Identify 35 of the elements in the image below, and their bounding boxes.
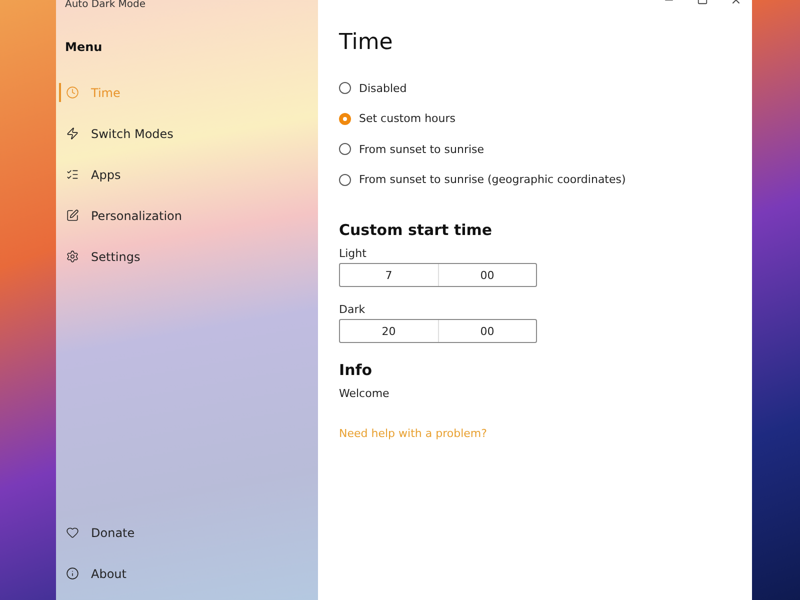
radio-button[interactable] xyxy=(339,143,351,156)
field-label: Dark xyxy=(339,303,366,316)
pen-icon xyxy=(66,209,79,222)
hour-value[interactable]: 20 xyxy=(340,320,438,342)
nav-item[interactable]: About xyxy=(56,553,318,594)
nav-item[interactable]: Switch Modes xyxy=(56,113,318,154)
info-text: Welcome xyxy=(339,387,390,400)
list-icon xyxy=(66,168,79,181)
heart-icon xyxy=(66,526,79,539)
radio-label[interactable]: From sunset to sunrise (geographic coordinates) xyxy=(359,173,626,186)
radio-button[interactable] xyxy=(339,174,351,186)
minute-value[interactable]: 00 xyxy=(438,264,536,286)
info-icon xyxy=(66,567,79,580)
nav-item[interactable]: Donate xyxy=(56,512,318,553)
nav-item[interactable]: Settings xyxy=(56,236,318,277)
nav-item[interactable]: Apps xyxy=(56,154,318,195)
time-picker[interactable]: 7 00 xyxy=(339,263,537,287)
radio-label[interactable]: Disabled xyxy=(359,82,407,95)
settings-icon xyxy=(66,250,79,263)
field-label: Light xyxy=(339,247,368,260)
hour-value[interactable]: 7 xyxy=(340,264,438,286)
radio-label[interactable]: From sunset to sunrise xyxy=(359,142,484,156)
clock-icon xyxy=(66,86,79,99)
section-heading: Info xyxy=(339,361,374,379)
selection-indicator xyxy=(59,83,61,102)
radio-button[interactable] xyxy=(339,112,351,125)
section-heading: Custom start time xyxy=(339,221,494,239)
nav-item[interactable]: Personalization xyxy=(56,195,318,236)
lightning-icon xyxy=(66,127,79,140)
time-picker[interactable]: 20 00 xyxy=(339,319,537,343)
radio-label[interactable]: Set custom hours xyxy=(359,112,456,126)
menu-heading: Menu xyxy=(64,39,104,56)
page-title: Time xyxy=(339,30,394,55)
radio-button[interactable] xyxy=(339,82,351,94)
minute-value[interactable]: 00 xyxy=(438,320,536,342)
